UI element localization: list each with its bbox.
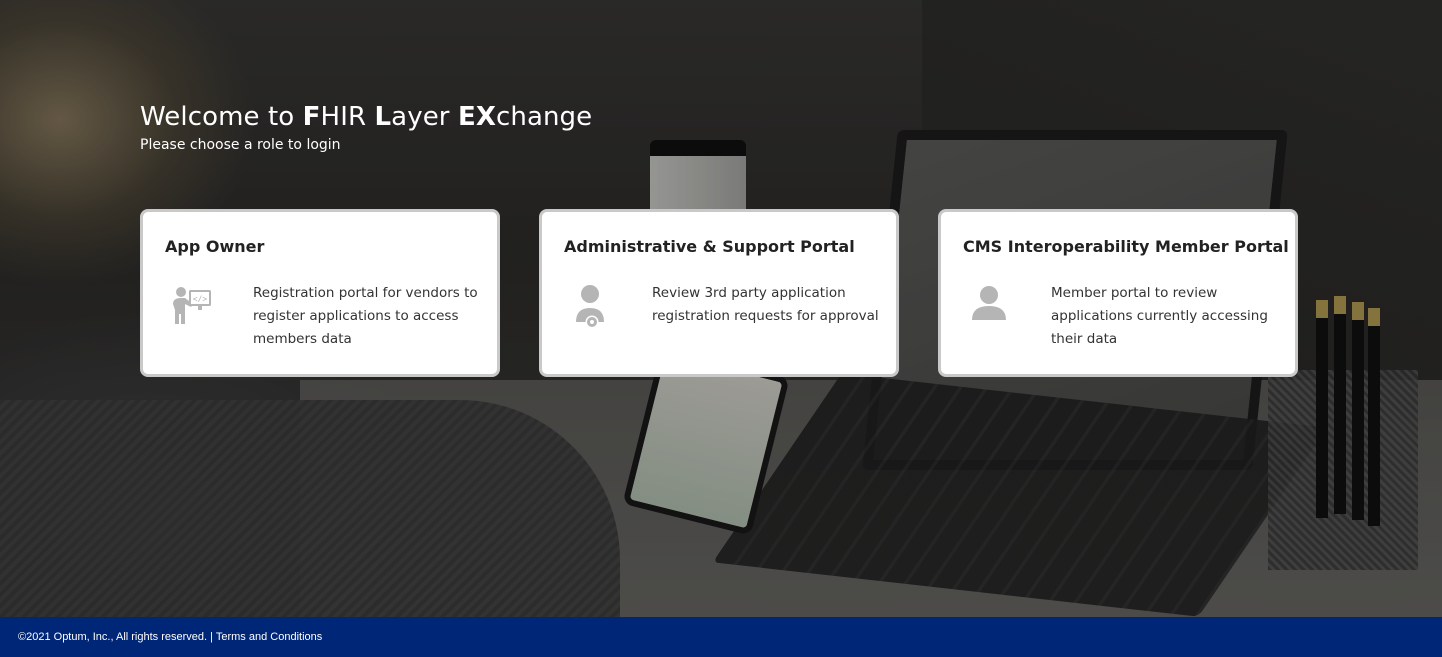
terms-and-conditions-link[interactable]: Terms and Conditions	[216, 631, 322, 643]
footer-copyright: ©2021 Optum, Inc., All rights reserved. …	[18, 631, 216, 643]
page-title: Welcome to FHIR Layer EXchange	[140, 100, 592, 134]
svg-text:</>: </>	[193, 295, 208, 304]
role-card-description: Registration portal for vendors to regis…	[253, 285, 478, 347]
page-title-part: F	[302, 102, 321, 132]
page-title-part: L	[374, 102, 392, 132]
role-card-admin-support[interactable]: Administrative & Support Portal Review 3…	[539, 209, 899, 377]
page-title-part: Welcome to	[140, 102, 303, 132]
footer: ©2021 Optum, Inc., All rights reserved. …	[0, 617, 1442, 657]
role-card-title: CMS Interoperability Member Portal	[963, 237, 1289, 256]
role-card-cms-member[interactable]: CMS Interoperability Member Portal Membe…	[938, 209, 1298, 377]
page-title-part: EX	[457, 102, 496, 132]
login-role-page: Welcome to FHIR Layer EXchange Please ch…	[0, 0, 1442, 657]
role-card-description: Member portal to review applications cur…	[1051, 285, 1268, 347]
role-card-title: Administrative & Support Portal	[564, 237, 855, 256]
role-card-app-owner[interactable]: App Owner </> Registration portal for ve…	[140, 209, 500, 377]
role-card-title: App Owner	[165, 237, 265, 256]
role-card-description: Review 3rd party application registratio…	[652, 285, 879, 324]
admin-user-gear-icon	[566, 282, 614, 330]
page-title-part: ayer	[391, 102, 458, 132]
developer-presenting-icon: </>	[167, 282, 215, 330]
member-user-icon	[965, 282, 1013, 330]
page-title-part: change	[495, 102, 593, 132]
hero: Welcome to FHIR Layer EXchange Please ch…	[140, 100, 592, 154]
page-subtitle: Please choose a role to login	[140, 137, 341, 153]
page-title-part: HIR	[320, 102, 375, 132]
